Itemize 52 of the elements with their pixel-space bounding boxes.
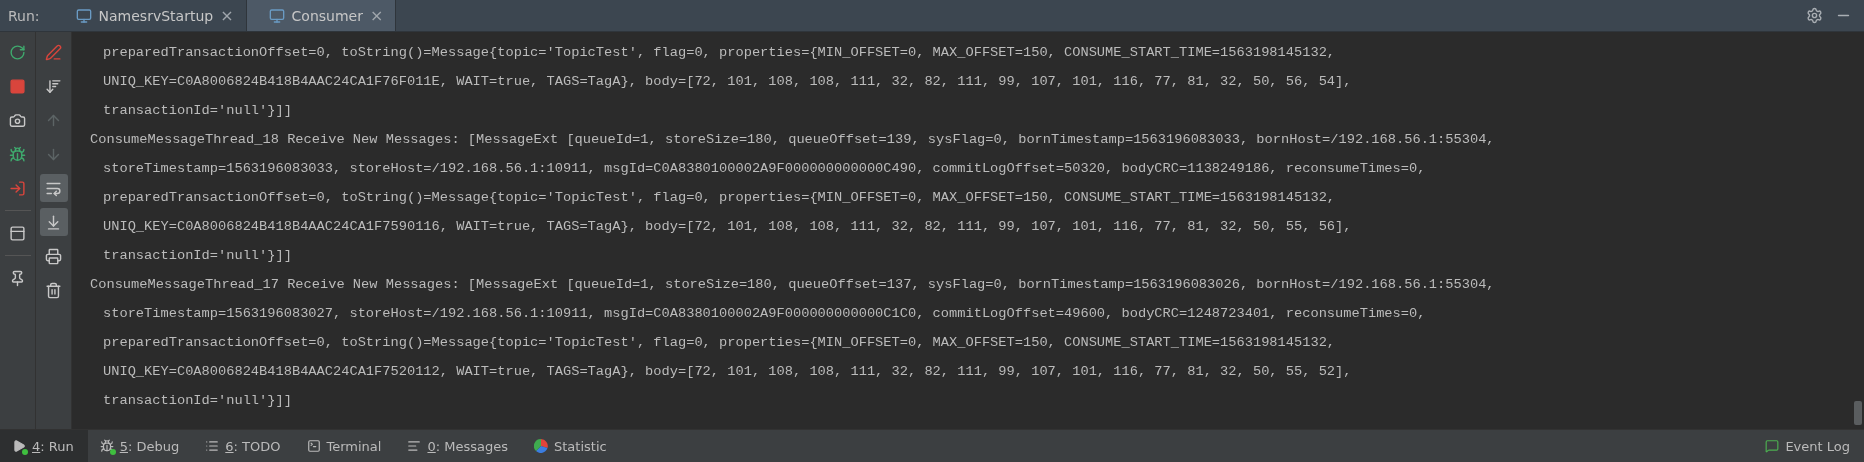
camera-icon: [9, 111, 26, 129]
run-tab[interactable]: NamesrvStartup ×: [53, 0, 247, 31]
console-line: preparedTransactionOffset=0, toString()=Message{topic='TopicTest', flag=0, properties={MIN_OFFSET=0, MAX_OFFSET=150, CONSUME_START_TIME=1563198145132,: [103, 45, 1336, 60]
tool-window-tab[interactable]: 4: Run: [0, 430, 88, 462]
console-line: preparedTransactionOffset=0, toString()=Message{topic='TopicTest', flag=0, properties={MIN_OFFSET=0, MAX_OFFSET=150, CONSUME_START_TIME=1563198145132,: [103, 335, 1336, 350]
settings-icon[interactable]: [1806, 7, 1823, 24]
close-icon[interactable]: ×: [220, 6, 234, 25]
trash-icon: [45, 281, 62, 299]
pie-chart-icon: [534, 439, 548, 453]
pin-icon: [9, 269, 26, 287]
console-line: UNIQ_KEY=C0A8006824B418B4AAC24CA1F76F011E, WAIT=true, TAGS=TagA}, body=[72, 101, 108, 108, 111, 32, 82, 111, 99, 107, 101, 116, 77, 81, 32, 50, 56, 54],: [103, 74, 1352, 89]
console-line: UNIQ_KEY=C0A8006824B418B4AAC24CA1F7590116, WAIT=true, TAGS=TagA}, body=[72, 101, 108, 108, 111, 32, 82, 111, 99, 107, 101, 116, 77, 81, 32, 50, 55, 56],: [103, 219, 1352, 234]
event-log-tab[interactable]: Event Log: [1753, 430, 1864, 462]
exit-icon: [9, 179, 26, 197]
messages-icon: [407, 439, 422, 453]
window-icon: [268, 7, 285, 24]
tool-window-tab[interactable]: 6: TODO: [193, 430, 295, 462]
tool-window-tab[interactable]: Statistic: [522, 430, 621, 462]
terminal-icon: [306, 439, 321, 453]
event-log-icon: [1765, 439, 1780, 453]
tool-window-tab[interactable]: 5: Debug: [87, 430, 194, 462]
sort-icon: [45, 77, 62, 95]
console-line: preparedTransactionOffset=0, toString()=Message{topic='TopicTest', flag=0, properties={MIN_OFFSET=0, MAX_OFFSET=150, CONSUME_START_TIME=1563198145132,: [103, 190, 1336, 205]
console-line: storeTimestamp=1563196083027, storeHost=/192.168.56.1:10911, msgId=C0A8380100002A9F000000000000C1C0, commitLogOffset=49600, bodyCRC=1248723401, reconsumeTimes=0,: [103, 306, 1426, 321]
stop-icon: [9, 77, 26, 95]
console-line: ConsumeMessageThread_17 Receive New Messages: [MessageExt [queueId=1, storeSize=180, queueOffset=137, sysFlag=0, bornTimestamp=1563196083026, bornHost=/192.168.56.1:55304,: [90, 277, 1495, 292]
window-icon: [75, 7, 92, 24]
tab-label: NamesrvStartup: [98, 7, 214, 24]
console-line: ConsumeMessageThread_18 Receive New Messages: [MessageExt [queueId=1, storeSize=180, queueOffset=139, sysFlag=0, bornTimestamp=1563196083033, bornHost=/192.168.56.1:55304,: [90, 132, 1495, 147]
scrollbar-thumb[interactable]: [1854, 401, 1862, 425]
tool-window-tab[interactable]: 0: Messages: [395, 430, 522, 462]
run-label: Run:: [7, 7, 41, 24]
layout-icon: [9, 224, 26, 242]
printer-icon: [45, 247, 62, 265]
console-line: transactionId='null'}]]: [103, 393, 292, 408]
tab-label: Consumer: [291, 7, 363, 24]
console-line: storeTimestamp=1563196083033, storeHost=/192.168.56.1:10911, msgId=C0A8380100002A9F000000000000C490, commitLogOffset=50320, bodyCRC=1138249186, reconsumeTimes=0,: [103, 161, 1426, 176]
console-line: UNIQ_KEY=C0A8006824B418B4AAC24CA1F7520112, WAIT=true, TAGS=TagA}, body=[72, 101, 108, 108, 111, 32, 82, 111, 99, 107, 101, 116, 77, 81, 32, 50, 55, 52],: [103, 364, 1352, 379]
bug-icon: [9, 145, 26, 163]
rerun-icon: [9, 43, 26, 61]
console-line: transactionId='null'}]]: [103, 103, 292, 118]
scroll-to-end-button[interactable]: [39, 208, 68, 236]
tool-window-tab[interactable]: Terminal: [294, 430, 396, 462]
close-icon[interactable]: ×: [369, 6, 384, 25]
pencil-icon: [45, 43, 62, 61]
soft-wrap-button[interactable]: [39, 174, 68, 202]
console-line: transactionId='null'}]]: [103, 248, 292, 263]
run-tab[interactable]: Consumer ×: [246, 0, 397, 31]
list-icon: [205, 439, 220, 453]
scroll-to-end-icon: [45, 213, 62, 231]
play-icon: [12, 439, 26, 453]
bug-icon: [99, 439, 114, 453]
